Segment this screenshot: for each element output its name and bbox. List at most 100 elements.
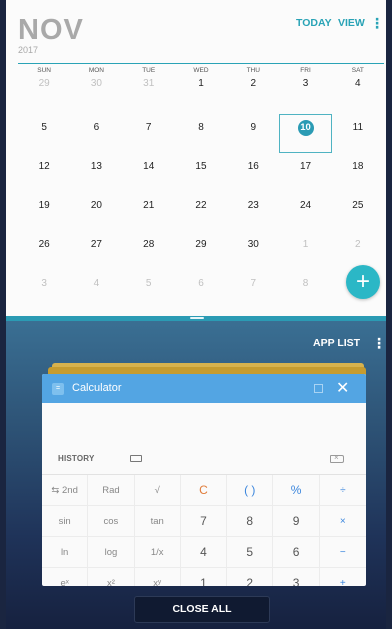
calendar-day-number: 4 xyxy=(93,278,100,289)
calculator-key[interactable]: + xyxy=(320,568,366,586)
calendar-day-cell[interactable]: 7 xyxy=(227,270,279,309)
calendar-day-cell[interactable]: 22 xyxy=(175,192,227,231)
calculator-display xyxy=(42,403,366,451)
calendar-more-options-icon[interactable]: ⋮ xyxy=(370,14,384,32)
calendar-day-cell[interactable]: 9 xyxy=(227,114,279,153)
close-all-button[interactable]: CLOSE ALL xyxy=(134,596,270,623)
split-resize-handle[interactable] xyxy=(190,317,204,319)
weekday-label: MON xyxy=(88,67,104,74)
today-button[interactable]: TODAY xyxy=(296,17,332,29)
calculator-key[interactable]: 5 xyxy=(227,537,274,567)
calculator-key[interactable]: C xyxy=(181,475,228,505)
calculator-key[interactable]: ÷ xyxy=(320,475,366,505)
calendar-day-cell[interactable]: 7 xyxy=(123,114,175,153)
calendar-day-cell[interactable]: 19 xyxy=(18,192,70,231)
calendar-day-cell[interactable]: 5 xyxy=(18,114,70,153)
calendar-day-cell[interactable]: 27 xyxy=(70,231,122,270)
calculator-recent-card[interactable]: = Calculator ✕ HISTORY ⇆ 2ndRad√C( )%÷si… xyxy=(42,374,366,586)
calculator-key[interactable]: × xyxy=(320,506,366,536)
calendar-day-cell[interactable]: 30 xyxy=(70,75,122,114)
calendar-day-cell[interactable]: 10 xyxy=(279,114,332,153)
calculator-key[interactable]: ( ) xyxy=(227,475,274,505)
calendar-day-cell[interactable]: 2 xyxy=(227,75,279,114)
calendar-day-cell[interactable]: 16 xyxy=(227,153,279,192)
calendar-day-cell[interactable]: 14 xyxy=(123,153,175,192)
calculator-card-title: Calculator xyxy=(72,382,122,394)
view-button[interactable]: VIEW xyxy=(338,17,365,29)
calculator-key[interactable]: 8 xyxy=(227,506,274,536)
calendar-day-cell[interactable]: 8 xyxy=(175,114,227,153)
calendar-day-number: 19 xyxy=(38,200,50,211)
calculator-key[interactable]: ln xyxy=(42,537,89,567)
calendar-day-number: 8 xyxy=(302,278,309,289)
calculator-key[interactable]: 2 xyxy=(227,568,274,586)
calendar-day-cell[interactable]: 25 xyxy=(332,192,384,231)
calendar-day-number: 22 xyxy=(195,200,207,211)
calendar-day-cell[interactable]: 3 xyxy=(279,75,331,114)
calendar-day-cell[interactable]: 17 xyxy=(279,153,331,192)
calendar-day-cell[interactable]: 30 xyxy=(227,231,279,270)
calendar-day-cell[interactable]: 4 xyxy=(70,270,122,309)
calculator-key[interactable]: √ xyxy=(135,475,181,505)
calendar-week-row: 12 13 14 15 16 17 18 xyxy=(18,153,384,192)
calendar-week-row: 29 30 31 1 2 3 4 xyxy=(18,75,384,114)
calculator-key[interactable]: 7 xyxy=(181,506,228,536)
close-icon[interactable]: ✕ xyxy=(336,378,349,398)
calculator-key[interactable]: − xyxy=(320,537,366,567)
calendar-day-cell[interactable]: 28 xyxy=(123,231,175,270)
calculator-key[interactable]: cos xyxy=(88,506,135,536)
calendar-day-cell[interactable]: 8 xyxy=(279,270,331,309)
calculator-key[interactable]: 1 xyxy=(181,568,228,586)
calculator-key[interactable]: log xyxy=(88,537,135,567)
calendar-day-cell[interactable]: 29 xyxy=(18,75,70,114)
weeks-container: 29 30 31 1 2 3 4 5 6 7 8 9 10 11 12 13 14 15 16 17 18 19 20 21 2… xyxy=(18,75,384,309)
calendar-day-cell[interactable]: 24 xyxy=(279,192,331,231)
app-list-button[interactable]: APP LIST xyxy=(313,337,360,349)
calendar-day-cell[interactable]: 6 xyxy=(175,270,227,309)
calendar-day-cell[interactable]: 1 xyxy=(175,75,227,114)
calendar-day-cell[interactable]: 23 xyxy=(227,192,279,231)
calendar-day-number: 12 xyxy=(38,161,50,172)
calendar-day-cell[interactable]: 21 xyxy=(123,192,175,231)
calculator-key[interactable]: 3 xyxy=(273,568,320,586)
backspace-icon[interactable] xyxy=(330,453,344,463)
calendar-day-cell[interactable]: 15 xyxy=(175,153,227,192)
calculator-key[interactable]: 1/x xyxy=(135,537,181,567)
calendar-month-title[interactable]: NOV xyxy=(18,14,84,47)
calendar-day-cell[interactable]: 20 xyxy=(70,192,122,231)
calendar-day-number: 30 xyxy=(90,78,102,89)
calendar-day-number: 1 xyxy=(198,78,204,89)
weekday-label: WED xyxy=(193,67,209,74)
calendar-day-cell[interactable]: 31 xyxy=(123,75,175,114)
calendar-day-cell[interactable]: 18 xyxy=(332,153,384,192)
add-event-button[interactable]: + xyxy=(346,265,380,299)
calendar-day-cell[interactable]: 29 xyxy=(175,231,227,270)
calculator-key[interactable]: Rad xyxy=(88,475,135,505)
calendar-day-cell[interactable]: 6 xyxy=(70,114,122,153)
calendar-day-cell[interactable]: 1 xyxy=(279,231,331,270)
calculator-key[interactable]: % xyxy=(273,475,320,505)
calendar-day-cell[interactable]: 5 xyxy=(123,270,175,309)
calendar-day-cell[interactable]: 4 xyxy=(332,75,384,114)
calculator-key[interactable]: tan xyxy=(135,506,181,536)
calendar-day-cell[interactable]: 11 xyxy=(332,114,384,153)
keyboard-icon[interactable] xyxy=(130,455,142,462)
calculator-key[interactable]: 6 xyxy=(273,537,320,567)
calendar-day-number: 9 xyxy=(250,122,257,133)
split-window-icon[interactable] xyxy=(314,384,323,393)
calendar-day-cell[interactable]: 3 xyxy=(18,270,70,309)
calculator-key[interactable]: 9 xyxy=(273,506,320,536)
calculator-key[interactable]: x² xyxy=(88,568,135,586)
recents-more-options-icon[interactable]: ⋮ xyxy=(372,334,386,352)
weekday-label: SUN xyxy=(37,67,51,74)
calculator-key[interactable]: xʸ xyxy=(135,568,181,586)
history-button[interactable]: HISTORY xyxy=(58,454,95,463)
calculator-key[interactable]: ⇆ 2nd xyxy=(42,475,89,505)
calendar-day-cell[interactable]: 2 xyxy=(332,231,384,270)
calendar-day-cell[interactable]: 13 xyxy=(70,153,122,192)
calendar-day-cell[interactable]: 12 xyxy=(18,153,70,192)
calculator-key[interactable]: eˣ xyxy=(42,568,89,586)
calculator-key[interactable]: sin xyxy=(42,506,89,536)
calendar-day-cell[interactable]: 26 xyxy=(18,231,70,270)
calculator-key[interactable]: 4 xyxy=(181,537,228,567)
